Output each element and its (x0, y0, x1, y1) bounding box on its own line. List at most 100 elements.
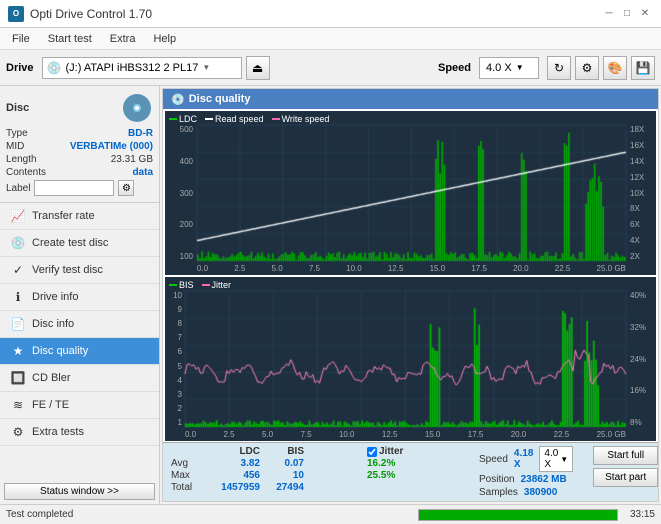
ldc-label: LDC (179, 114, 197, 124)
disc-length-row: Length 23.31 GB (6, 154, 153, 165)
menu-extra[interactable]: Extra (102, 31, 144, 47)
sidebar-item-disc-quality[interactable]: ★ Disc quality (0, 338, 159, 365)
verify-test-disc-icon: ✓ (10, 262, 26, 278)
jitter-checkbox[interactable] (367, 447, 377, 457)
start-full-button[interactable]: Start full (593, 446, 658, 465)
progress-bar-container (418, 509, 618, 521)
stats-max-ldc: 456 (205, 470, 260, 481)
extra-tests-icon: ⚙ (10, 424, 26, 440)
read-speed-color (205, 118, 213, 120)
sidebar-item-disc-info[interactable]: 📄 Disc info (0, 311, 159, 338)
fe-te-icon: ≋ (10, 397, 26, 413)
disc-label-input[interactable] (34, 180, 114, 196)
sidebar-item-extra-tests[interactable]: ⚙ Extra tests (0, 419, 159, 446)
sidebar-item-create-test-disc[interactable]: 💿 Create test disc (0, 230, 159, 257)
eject-button[interactable]: ⏏ (246, 56, 270, 80)
disc-label-label: Label (6, 183, 30, 194)
window-controls: ─ □ ✕ (601, 6, 653, 22)
sidebar-item-cd-bler[interactable]: 🔲 CD Bler (0, 365, 159, 392)
save-button[interactable]: 💾 (631, 56, 655, 80)
drive-label: Drive (6, 62, 34, 74)
disc-title: Disc (6, 102, 29, 114)
menu-help[interactable]: Help (145, 31, 184, 47)
cd-bler-icon: 🔲 (10, 370, 26, 386)
disc-label-row: Label ⚙ (6, 180, 153, 196)
disc-icon (121, 92, 153, 124)
close-button[interactable]: ✕ (637, 6, 653, 22)
menu-file[interactable]: File (4, 31, 38, 47)
bis-legend: BIS (169, 280, 194, 290)
menu-start-test[interactable]: Start test (40, 31, 100, 47)
settings-button[interactable]: ⚙ (575, 56, 599, 80)
speed-select-arrow: ▼ (560, 455, 568, 464)
lower-chart (165, 277, 656, 441)
jitter-max-row: 25.5% (367, 470, 447, 481)
stats-max-row: Max 456 10 (171, 470, 351, 481)
disc-type-value: BD-R (128, 128, 153, 139)
jitter-max-val: 25.5% (367, 470, 395, 481)
stats-bar: LDC BIS Avg 3.82 0.07 Max 456 10 (163, 442, 658, 501)
lower-chart-container: BIS Jitter 10 9 8 7 6 5 (165, 277, 656, 441)
stats-total-bis: 27494 (264, 482, 304, 493)
stats-avg-row: Avg 3.82 0.07 (171, 458, 351, 469)
stats-max-label: Max (171, 470, 201, 481)
sidebar: Disc Type BD-R MID VERBATIMe (000) Lengt… (0, 86, 160, 504)
samples-row: Samples 380900 (479, 487, 573, 498)
nav-label-fe-te: FE / TE (32, 399, 69, 411)
status-window-button[interactable]: Status window >> (4, 483, 155, 500)
toolbar: Drive 💿 (J:) ATAPI iHBS312 2 PL17 ▼ ⏏ Sp… (0, 50, 661, 86)
upper-y-axis-left: 500 400 300 200 100 (165, 125, 195, 261)
disc-length-label: Length (6, 154, 37, 165)
minimize-button[interactable]: ─ (601, 6, 617, 22)
menu-bar: File Start test Extra Help (0, 28, 661, 50)
palette-button[interactable]: 🎨 (603, 56, 627, 80)
drive-combo-arrow: ▼ (202, 63, 210, 72)
speed-combo[interactable]: 4.0 X ▼ (479, 57, 539, 79)
refresh-button[interactable]: ↻ (547, 56, 571, 80)
disc-mid-label: MID (6, 141, 24, 152)
upper-y-axis-right: 18X 16X 14X 12X 10X 8X 6X 4X 2X (628, 125, 656, 261)
speed-select-val: 4.0 X (544, 448, 558, 470)
disc-quality-icon: ★ (10, 343, 26, 359)
create-test-disc-icon: 💿 (10, 235, 26, 251)
drive-combo[interactable]: 💿 (J:) ATAPI iHBS312 2 PL17 ▼ (42, 57, 242, 79)
drive-value: (J:) ATAPI iHBS312 2 PL17 (65, 62, 198, 74)
write-speed-color (272, 118, 280, 120)
stats-avg-bis: 0.07 (264, 458, 304, 469)
disc-header: Disc (6, 92, 153, 124)
speed-row: Speed 4.18 X 4.0 X ▼ (479, 446, 573, 472)
sidebar-item-fe-te[interactable]: ≋ FE / TE (0, 392, 159, 419)
lower-y-axis-right: 40% 32% 24% 16% 8% (628, 291, 656, 427)
start-part-button[interactable]: Start part (593, 468, 658, 487)
lower-y-axis-left: 10 9 8 7 6 5 4 3 2 1 (165, 291, 183, 427)
content-area: 💿 Disc quality LDC Read speed (160, 86, 661, 504)
ldc-legend: LDC (169, 114, 197, 124)
nav-label-create-test-disc: Create test disc (32, 237, 108, 249)
stats-header-bis: BIS (264, 446, 304, 457)
position-label: Position (479, 474, 515, 485)
stats-header-empty (171, 446, 201, 457)
jitter-legend: Jitter (202, 280, 232, 290)
nav-label-cd-bler: CD Bler (32, 372, 71, 384)
nav-label-verify-test-disc: Verify test disc (32, 264, 103, 276)
disc-type-row: Type BD-R (6, 128, 153, 139)
transfer-rate-icon: 📈 (10, 208, 26, 224)
upper-legend: LDC Read speed Write speed (169, 114, 329, 124)
speed-info-label: Speed (479, 454, 508, 465)
nav-label-disc-info: Disc info (32, 318, 74, 330)
read-speed-legend: Read speed (205, 114, 264, 124)
bis-color (169, 284, 177, 286)
sidebar-item-verify-test-disc[interactable]: ✓ Verify test disc (0, 257, 159, 284)
disc-mid-row: MID VERBATIMe (000) (6, 141, 153, 152)
disc-label-btn[interactable]: ⚙ (118, 180, 134, 196)
disc-type-label: Type (6, 128, 28, 139)
maximize-button[interactable]: □ (619, 6, 635, 22)
jitter-color (202, 284, 210, 286)
sidebar-item-transfer-rate[interactable]: 📈 Transfer rate (0, 203, 159, 230)
position-val: 23862 MB (521, 474, 567, 485)
sidebar-item-drive-info[interactable]: ℹ Drive info (0, 284, 159, 311)
speed-arrow: ▼ (516, 63, 524, 72)
progress-bar-fill (419, 510, 617, 520)
disc-contents-row: Contents data (6, 167, 153, 178)
speed-select-combo[interactable]: 4.0 X ▼ (539, 446, 573, 472)
